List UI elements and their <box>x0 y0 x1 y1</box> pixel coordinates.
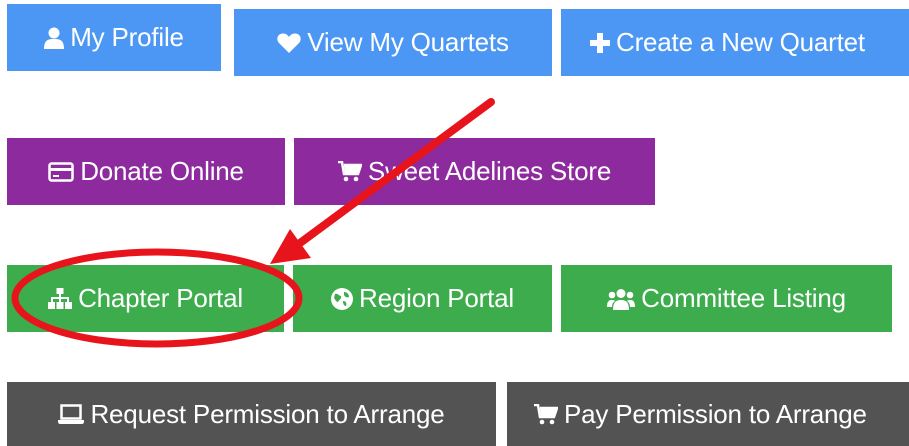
my-profile-button[interactable]: My Profile <box>7 4 221 71</box>
region-portal-button[interactable]: Region Portal <box>293 265 552 332</box>
users-icon <box>607 288 636 310</box>
pay-permission-button[interactable]: Pay Permission to Arrange <box>507 382 909 446</box>
laptop-icon <box>58 404 85 424</box>
sweet-adelines-store-label: Sweet Adelines Store <box>367 156 612 186</box>
view-my-quartets-label: View My Quartets <box>307 27 509 57</box>
create-new-quartet-label: Create a New Quartet <box>616 27 865 57</box>
donate-online-button[interactable]: Donate Online <box>7 138 285 205</box>
create-new-quartet-button[interactable]: Create a New Quartet <box>561 9 909 76</box>
committee-listing-button[interactable]: Committee Listing <box>561 265 892 332</box>
pay-permission-label: Pay Permission to Arrange <box>564 398 867 429</box>
region-portal-label: Region Portal <box>359 283 514 313</box>
chapter-portal-button[interactable]: Chapter Portal <box>7 265 284 332</box>
chapter-portal-label: Chapter Portal <box>78 283 243 313</box>
donate-online-label: Donate Online <box>80 156 244 186</box>
plus-icon <box>590 32 610 53</box>
shopping-cart-icon <box>337 161 362 182</box>
credit-card-icon <box>48 161 74 182</box>
request-permission-label: Request Permission to Arrange <box>90 398 445 429</box>
user-icon <box>44 27 65 49</box>
globe-icon <box>331 287 354 310</box>
my-profile-label: My Profile <box>70 22 184 52</box>
view-my-quartets-button[interactable]: View My Quartets <box>234 9 552 76</box>
sweet-adelines-store-button[interactable]: Sweet Adelines Store <box>294 138 655 205</box>
shopping-cart-icon <box>534 403 558 425</box>
heart-icon <box>277 32 301 53</box>
sitemap-icon <box>48 287 73 310</box>
annotation-arrow-head <box>270 229 311 264</box>
committee-listing-label: Committee Listing <box>641 283 846 313</box>
request-permission-button[interactable]: Request Permission to Arrange <box>7 382 496 446</box>
